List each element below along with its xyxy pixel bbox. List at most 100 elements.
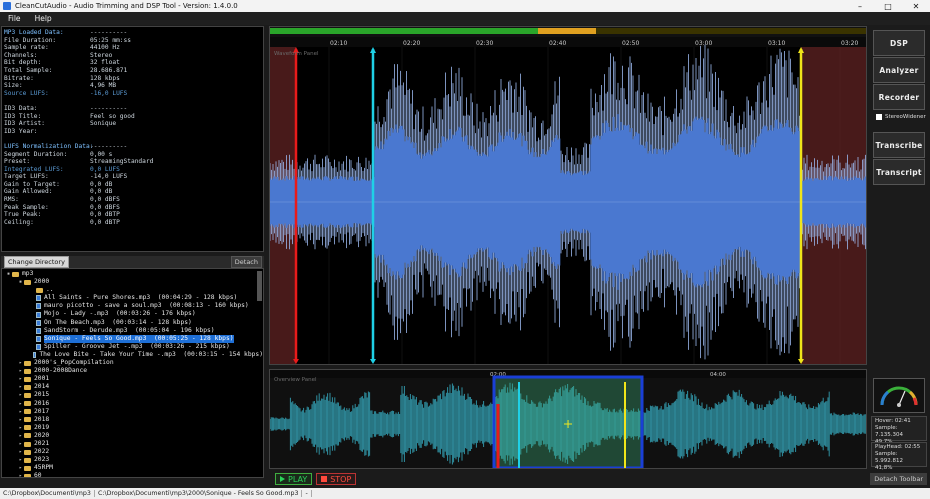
expander-icon[interactable]: ▸ bbox=[17, 359, 24, 367]
tree-folder[interactable]: ▸ 45RPM bbox=[2, 464, 263, 472]
waveform-panel-label: Waveform Panel bbox=[274, 51, 319, 57]
stereo-widener-toggle[interactable]: StereoWidener bbox=[876, 114, 927, 120]
expander-icon[interactable]: ▸ bbox=[17, 456, 24, 464]
info-value: StreamingStandard bbox=[90, 158, 154, 166]
recorder-button[interactable]: Recorder bbox=[873, 84, 925, 110]
tree-folder[interactable]: ▸ 60 bbox=[2, 472, 263, 477]
tree-folder[interactable]: ▸ 2016 bbox=[2, 400, 263, 408]
tree-folder[interactable]: ▸ 2023 bbox=[2, 456, 263, 464]
expander-icon[interactable]: ▸ bbox=[17, 448, 24, 456]
tree-item-label: The Love Bite - Take Your Time -.mp3 (00… bbox=[39, 350, 263, 358]
tree-file[interactable]: SandStorm - Derude.mp3 (00:05:04 - 196 k… bbox=[2, 327, 263, 335]
tree-file[interactable]: Sonique - Feels So Good.mp3 (00:05:25 - … bbox=[2, 334, 263, 343]
info-row: ID3 Data: ---------- bbox=[4, 105, 261, 113]
info-value: Stereo bbox=[90, 51, 113, 59]
expander-icon[interactable]: ▸ bbox=[17, 424, 24, 432]
tree-scrollbar[interactable] bbox=[257, 271, 262, 301]
tree-folder[interactable]: ▸ 2020 bbox=[2, 432, 263, 440]
tree-file[interactable]: Spiller - Groove Jet -.mp3 (00:03:26 - 2… bbox=[2, 343, 263, 351]
tree-file[interactable]: All Saints - Pure Shores.mp3 (00:04:29 -… bbox=[2, 294, 263, 302]
folder-icon bbox=[24, 409, 31, 415]
transcript-button[interactable]: Transcript bbox=[873, 159, 925, 185]
menu-bar: File Help bbox=[0, 12, 930, 25]
folder-icon bbox=[24, 465, 31, 471]
audio-file-icon bbox=[36, 343, 41, 350]
tree-folder[interactable]: ▸ 2017 bbox=[2, 408, 263, 416]
expander-icon[interactable]: ▪ bbox=[17, 278, 24, 286]
expander-icon[interactable]: ▸ bbox=[17, 408, 24, 416]
dsp-button[interactable]: DSP bbox=[873, 30, 925, 56]
tree-folder[interactable]: ▸ 2019 bbox=[2, 424, 263, 432]
tree-item-label: 2016 bbox=[34, 399, 50, 407]
tree-folder[interactable]: ▸ 2015 bbox=[2, 391, 263, 399]
analyzer-button[interactable]: Analyzer bbox=[873, 57, 925, 83]
info-row: Peak Sample: 0,0 dBFS bbox=[4, 204, 261, 212]
folder-icon bbox=[24, 449, 31, 455]
expander-icon[interactable]: ▸ bbox=[17, 472, 24, 477]
waveform-panel[interactable]: 02:10 02:20 02:30 02:40 02:50 03:00 03:10 03:20… bbox=[269, 26, 867, 365]
tree-folder[interactable]: ▸ 2018 bbox=[2, 416, 263, 424]
playhead-readout: PlayHead: 02:55 Sample: 5.992.812 41,8% bbox=[871, 442, 927, 471]
info-key: Gain to Target: bbox=[4, 180, 60, 188]
overview-canvas[interactable]: 02:00 04:00 bbox=[270, 370, 867, 469]
expander-icon[interactable]: ▸ bbox=[17, 391, 24, 399]
menu-file[interactable]: File bbox=[8, 14, 21, 23]
tree-folder[interactable]: ▸ 2001 bbox=[2, 375, 263, 383]
expander-icon[interactable]: ▸ bbox=[17, 432, 24, 440]
tree-folder[interactable]: ▸ 2022 bbox=[2, 448, 263, 456]
expander-icon[interactable]: ▸ bbox=[17, 383, 24, 391]
audio-file-icon bbox=[36, 335, 41, 342]
tree-item-label: 2022 bbox=[34, 448, 50, 456]
menu-help[interactable]: Help bbox=[35, 14, 52, 23]
hover-time: Hover: 02:41 bbox=[875, 418, 911, 424]
change-directory-button[interactable]: Change Directory bbox=[4, 256, 69, 268]
detach-button[interactable]: Detach bbox=[230, 256, 262, 268]
info-gap bbox=[4, 135, 261, 143]
gauge-icon bbox=[880, 386, 918, 407]
play-button[interactable]: PLAY bbox=[275, 473, 313, 485]
tree-folder[interactable]: ▸ 2021 bbox=[2, 440, 263, 448]
overview-tick-label: 04:00 bbox=[710, 372, 726, 378]
tree-file[interactable]: Mojo - Lady -.mp3 (00:03:26 - 176 kbps) bbox=[2, 310, 263, 318]
tree-folder[interactable]: ▸ 2014 bbox=[2, 383, 263, 391]
info-value: Feel so good bbox=[90, 112, 135, 120]
overview-panel[interactable]: 02:00 04:00 Overview Panel bbox=[269, 369, 867, 469]
loop-start-marker-bottom bbox=[370, 359, 376, 364]
expander-icon[interactable]: ▸ bbox=[17, 416, 24, 424]
expander-icon[interactable]: ▸ bbox=[17, 464, 24, 472]
waveform-canvas[interactable]: 02:10 02:20 02:30 02:40 02:50 03:00 03:10 03:20 bbox=[270, 27, 867, 365]
maximize-button[interactable]: □ bbox=[874, 2, 902, 11]
tree-file[interactable]: The Love Bite - Take Your Time -.mp3 (00… bbox=[2, 351, 263, 359]
close-button[interactable]: ✕ bbox=[902, 2, 930, 11]
expander-icon[interactable]: ▸ bbox=[17, 375, 24, 383]
detach-toolbar-button[interactable]: Detach Toolbar bbox=[870, 473, 927, 485]
tree-folder[interactable]: ▸ 2000-2008Dance bbox=[2, 367, 263, 375]
stop-button[interactable]: STOP bbox=[316, 473, 357, 485]
stereo-widener-checkbox[interactable] bbox=[876, 114, 882, 120]
audio-file-icon bbox=[36, 311, 41, 318]
folder-icon bbox=[24, 384, 31, 390]
tree-item-label: All Saints - Pure Shores.mp3 (00:04:29 -… bbox=[44, 294, 238, 302]
expander-icon[interactable]: ▸ bbox=[17, 440, 24, 448]
tree-folder[interactable]: ▪ 2000 bbox=[2, 278, 263, 286]
info-key: LUFS Normalization Data: bbox=[4, 142, 94, 150]
tree-file[interactable]: On The Beach.mp3 (00:03:14 - 128 kbps) bbox=[2, 319, 263, 327]
info-key: Ceiling: bbox=[4, 218, 34, 226]
expander-icon[interactable]: ▸ bbox=[17, 367, 24, 375]
info-row: Preset: StreamingStandard bbox=[4, 158, 261, 166]
expander-icon[interactable]: ▸ bbox=[17, 400, 24, 408]
minimize-button[interactable]: – bbox=[846, 2, 874, 11]
hover-sample: Sample: 7.135.304 bbox=[875, 425, 903, 438]
info-key: Total Sample: bbox=[4, 66, 53, 74]
info-row: Gain Allowed: 0,0 dB bbox=[4, 188, 261, 196]
tree-file[interactable]: mauro picotto - save a soul.mp3 (00:08:1… bbox=[2, 302, 263, 310]
tree-folder[interactable]: ▪ mp3 bbox=[2, 270, 263, 278]
tree-folder[interactable]: .. bbox=[2, 286, 263, 294]
info-key: Segment Duration: bbox=[4, 150, 68, 158]
tree-folder[interactable]: ▸ 2000's_PopCompilation bbox=[2, 359, 263, 367]
transcribe-button[interactable]: Transcribe bbox=[873, 132, 925, 158]
folder-icon bbox=[24, 392, 31, 398]
info-row: Bitrate: 128 kbps bbox=[4, 75, 261, 83]
info-key: Peak Sample: bbox=[4, 203, 49, 211]
expander-icon[interactable]: ▪ bbox=[5, 270, 12, 278]
